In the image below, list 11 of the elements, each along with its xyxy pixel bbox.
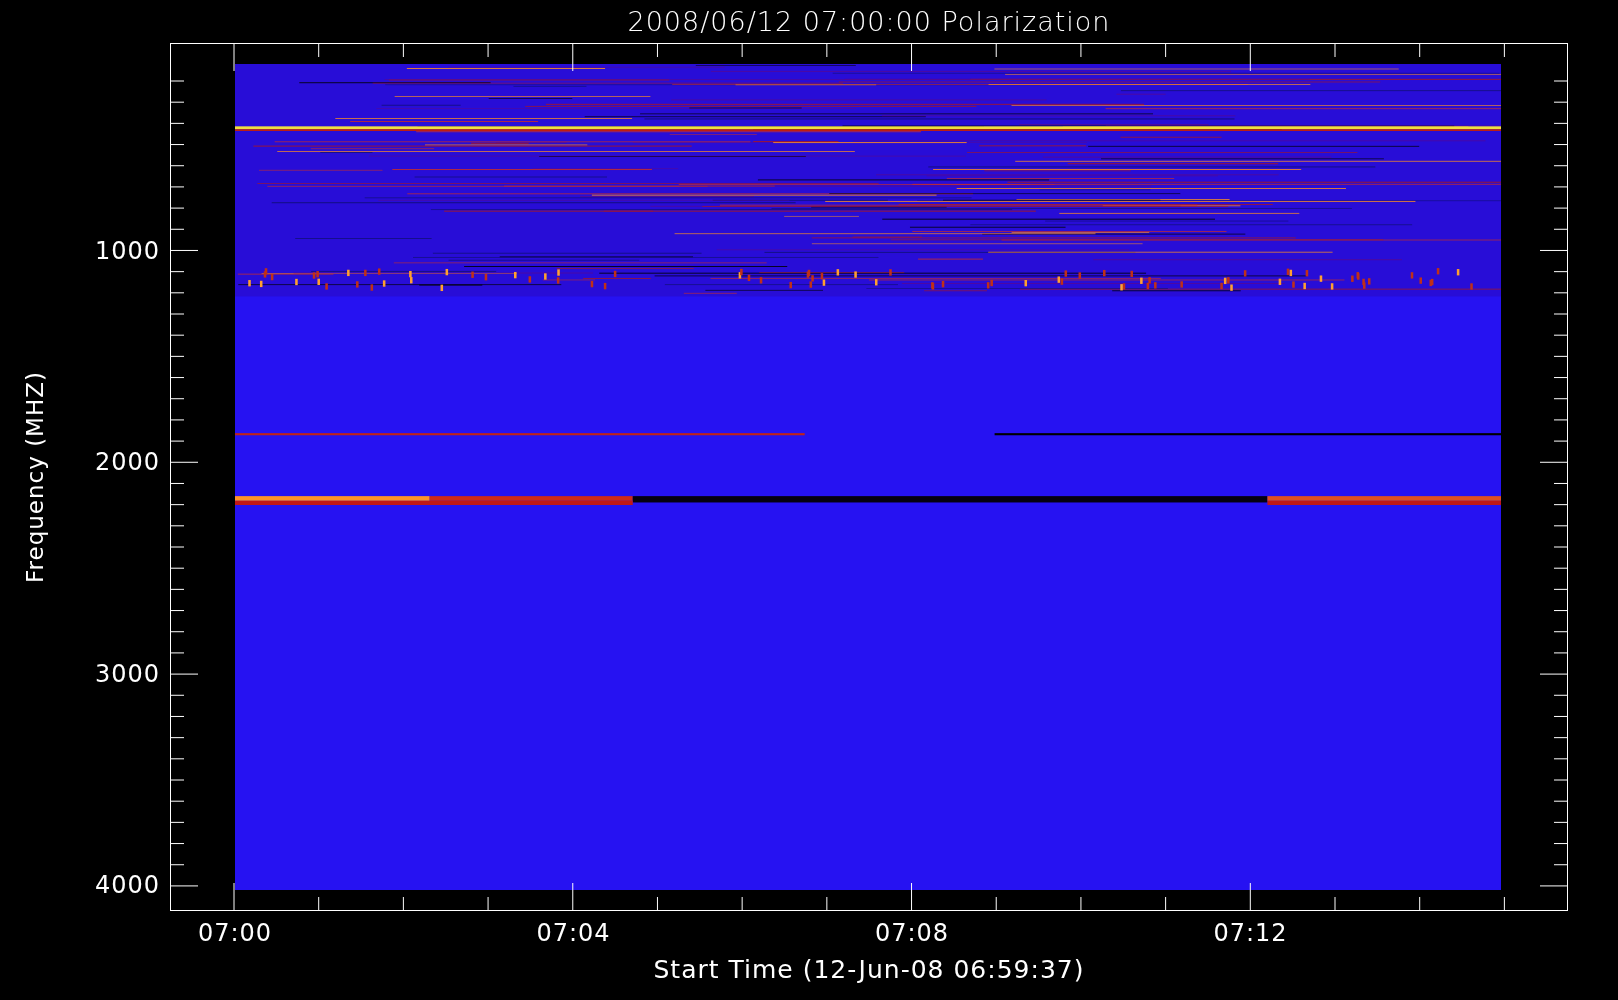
x-tick-label: 07:12 [1213,919,1288,947]
x-tick-label: 07:04 [536,919,611,947]
y-tick-label: 4000 [94,870,160,899]
x-tick-label: 07:08 [874,919,950,947]
y-tick-label: 3000 [94,659,160,688]
y-tick-label: 2000 [94,448,160,477]
y-tick-label: 1000 [94,237,160,265]
plot-title: 2008/06/12 07:00:00 Polarization [627,6,1111,37]
x-axis-label: Start Time (12-Jun-08 06:59:37) [653,955,1085,986]
x-tick-label: 07:00 [197,919,273,947]
y-axis-label: Frequency (MHZ) [22,371,48,583]
